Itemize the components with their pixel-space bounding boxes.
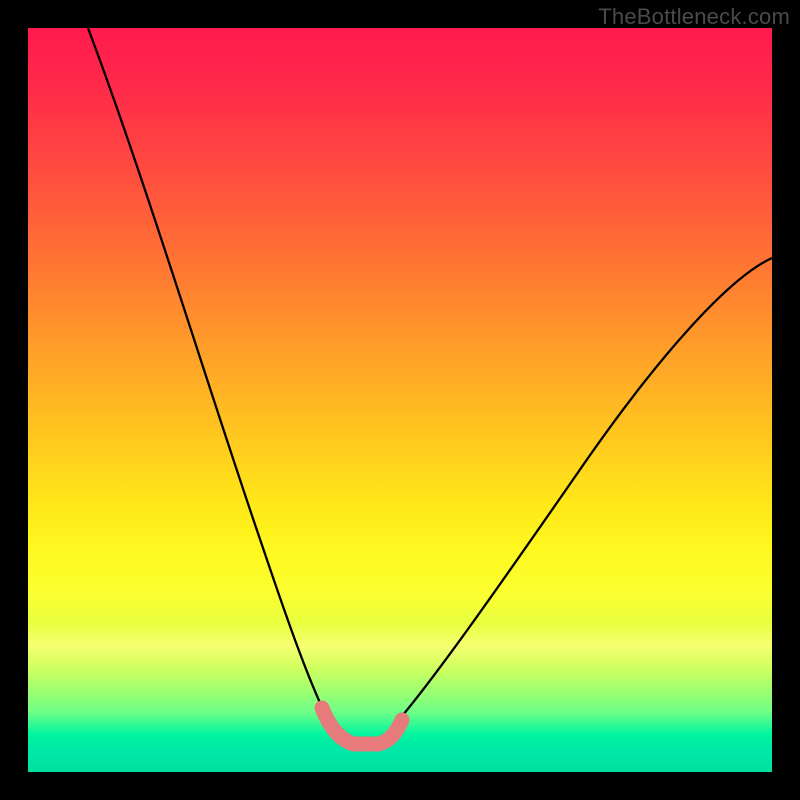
watermark-text: TheBottleneck.com [598, 4, 790, 30]
bottom-highlight-icon [322, 708, 402, 744]
plot-area [28, 28, 772, 772]
curve-right-branch [390, 258, 772, 730]
curve-layer [28, 28, 772, 772]
chart-frame: TheBottleneck.com [0, 0, 800, 800]
curve-left-branch [88, 28, 334, 728]
